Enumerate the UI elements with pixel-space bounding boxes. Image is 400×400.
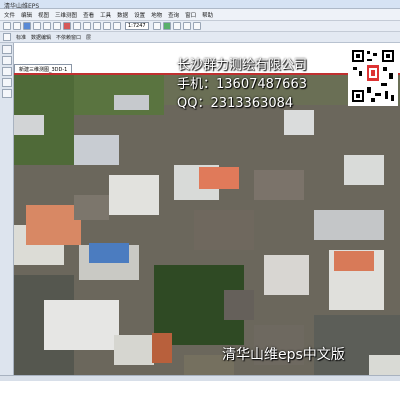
pointer-icon[interactable] xyxy=(3,33,11,41)
pan-icon[interactable] xyxy=(73,22,81,30)
left-tool-strip xyxy=(0,43,14,380)
new-file-icon[interactable] xyxy=(3,22,11,30)
tool-select-icon[interactable] xyxy=(1,45,12,54)
select-icon[interactable] xyxy=(113,22,121,30)
layer-icon[interactable] xyxy=(152,22,161,30)
map-viewport[interactable] xyxy=(14,73,400,375)
menu-inspect[interactable]: 查看 xyxy=(83,11,94,19)
menu-bar: 文件 编辑 视图 三维测图 查看 工具 数据 设置 地物 查询 窗口 帮助 xyxy=(0,9,400,21)
print-icon[interactable] xyxy=(33,22,41,30)
caption-overlay: 清华山维eps中文版 xyxy=(222,347,345,363)
toolbar2-edit[interactable]: 数据编辑 xyxy=(31,34,51,41)
save-icon[interactable] xyxy=(23,22,31,30)
zoom-in-icon[interactable] xyxy=(83,22,91,30)
menu-query[interactable]: 查询 xyxy=(168,11,179,19)
toolbar2-standard[interactable]: 标准 xyxy=(16,34,26,41)
title-bar: 清华山维EPS xyxy=(0,0,400,10)
menu-settings[interactable]: 设置 xyxy=(134,11,145,19)
menu-help[interactable]: 帮助 xyxy=(202,11,213,19)
tool-line-icon[interactable] xyxy=(1,67,12,76)
redo-icon[interactable] xyxy=(53,22,61,30)
qq-overlay: QQ：2313363084 xyxy=(177,96,294,111)
tool-area-icon[interactable] xyxy=(1,78,12,87)
tool-text-icon[interactable] xyxy=(1,89,12,98)
bottom-margin xyxy=(0,381,400,400)
document-tab[interactable]: 新建三维测图_3DD-1 xyxy=(14,64,73,73)
draw-icon[interactable] xyxy=(162,22,171,30)
tool-point-icon[interactable] xyxy=(1,56,12,65)
main-toolbar: 1:7247 xyxy=(0,21,400,32)
properties-icon[interactable] xyxy=(192,22,201,30)
refresh-icon[interactable] xyxy=(103,22,111,30)
open-file-icon[interactable] xyxy=(13,22,21,30)
menu-features[interactable]: 地物 xyxy=(151,11,162,19)
phone-overlay: 手机：13607487663 xyxy=(177,77,307,92)
secondary-toolbar: 标准 数据编辑 不依赖窗口 层 xyxy=(0,32,400,43)
menu-file[interactable]: 文件 xyxy=(4,11,15,19)
menu-window[interactable]: 窗口 xyxy=(185,11,196,19)
menu-data[interactable]: 数据 xyxy=(117,11,128,19)
menu-3d-survey[interactable]: 三维测图 xyxy=(55,11,77,19)
delete-icon[interactable] xyxy=(63,22,71,30)
measure-icon[interactable] xyxy=(172,22,181,30)
toolbar2-window[interactable]: 不依赖窗口 xyxy=(56,34,81,41)
qr-code-icon xyxy=(348,46,398,106)
aerial-photo xyxy=(14,75,400,375)
menu-view[interactable]: 视图 xyxy=(38,11,49,19)
scale-field[interactable]: 1:7247 xyxy=(125,22,149,30)
undo-icon[interactable] xyxy=(43,22,51,30)
company-name-overlay: 长沙群力测绘有限公司 xyxy=(177,58,308,73)
menu-edit[interactable]: 编辑 xyxy=(21,11,32,19)
snap-icon[interactable] xyxy=(182,22,191,30)
zoom-out-icon[interactable] xyxy=(93,22,101,30)
toolbar2-layer[interactable]: 层 xyxy=(86,34,91,41)
menu-tools[interactable]: 工具 xyxy=(100,11,111,19)
